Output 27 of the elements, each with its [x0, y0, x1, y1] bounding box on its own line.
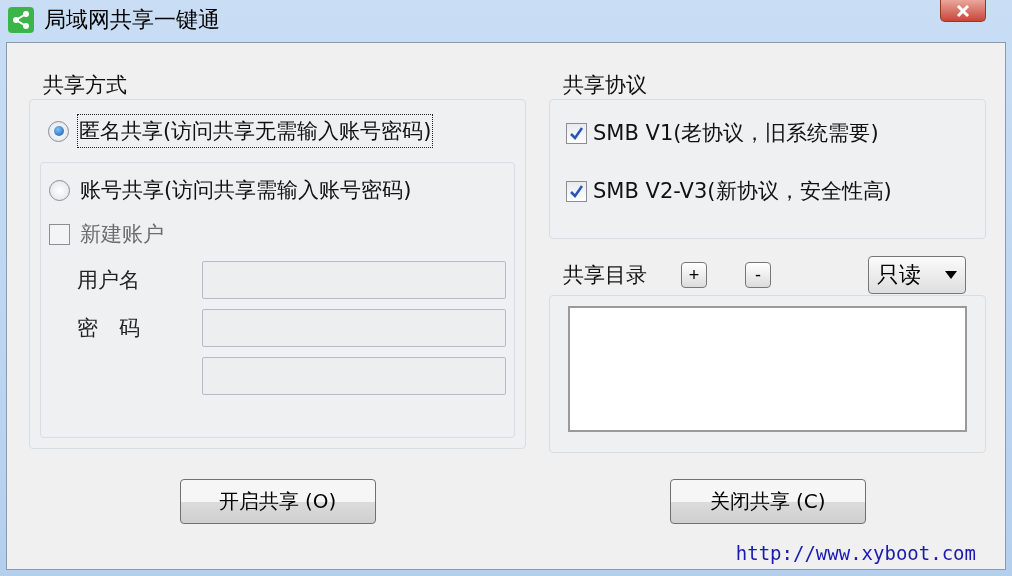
stop-share-button[interactable]: 关闭共享 (C): [669, 479, 866, 524]
add-button[interactable]: +: [681, 262, 707, 288]
field-label: 密 码: [77, 315, 141, 342]
start-share-button[interactable]: 开启共享 (O): [179, 479, 376, 524]
remove-button[interactable]: -: [745, 262, 771, 288]
directory-list[interactable]: [568, 306, 967, 432]
checkbox[interactable]: [566, 122, 587, 144]
permission-dropdown[interactable]: 只读: [868, 256, 966, 294]
check-icon: [569, 183, 584, 199]
close-icon: [956, 3, 970, 18]
close-button[interactable]: [940, 0, 986, 22]
radio-button[interactable]: [48, 120, 69, 142]
radio-label[interactable]: 匿名共享(访问共享无需输入账号密码): [77, 114, 434, 148]
window-title: 局域网共享一键通: [44, 6, 220, 34]
group-title: 共享目录: [563, 262, 647, 289]
check-icon: [569, 125, 584, 141]
checkbox-label[interactable]: SMB V1(老协议，旧系统需要): [591, 116, 881, 150]
field-label: 用户名: [77, 267, 141, 294]
checkbox[interactable]: [566, 180, 587, 202]
group-title: 共享方式: [43, 72, 128, 99]
group-title: 共享协议: [563, 72, 648, 99]
radio-button[interactable]: [49, 179, 70, 201]
radio-label[interactable]: 账号共享(访问共享需输入账号密码): [78, 173, 414, 207]
checkbox-label[interactable]: SMB V2-V3(新协议，安全性高): [591, 174, 894, 208]
caret-icon: [945, 271, 957, 279]
share-icon: [8, 7, 34, 33]
website-link[interactable]: http://www.xyboot.com: [735, 542, 976, 564]
